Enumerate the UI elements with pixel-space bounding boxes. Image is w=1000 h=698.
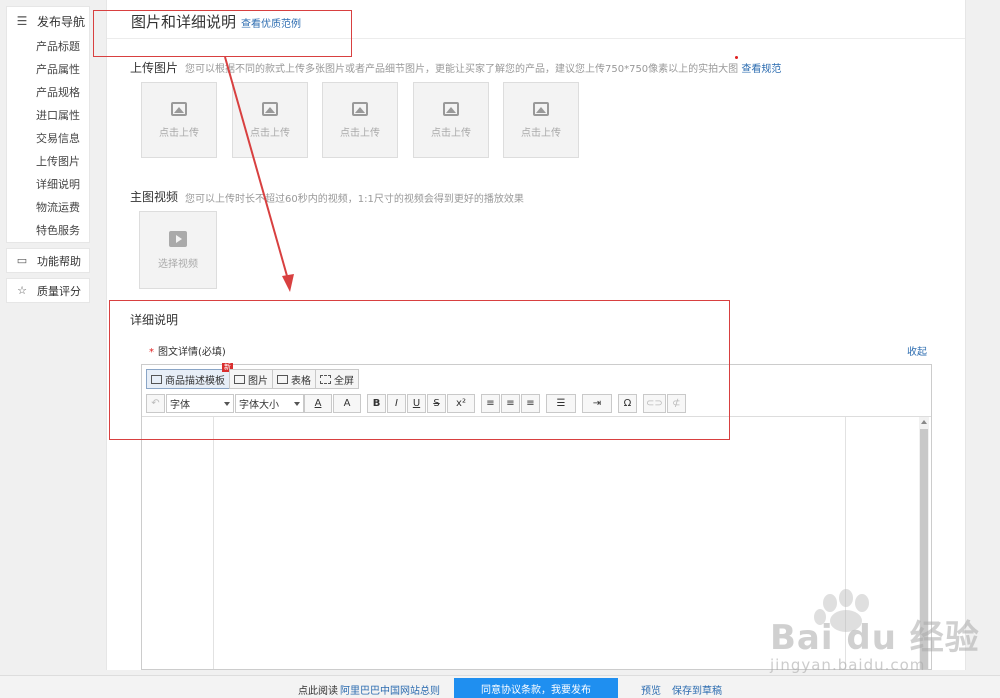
- watermark-text: Bai du 经验: [770, 618, 980, 658]
- agree-publish-button[interactable]: 同意协议条款，我要发布: [454, 678, 618, 698]
- read-prompt: 点此阅读: [298, 686, 338, 697]
- bottom-action-bar: 点此阅读 阿里巴巴中国网站总则 同意协议条款，我要发布 预览 保存到草稿: [0, 675, 1000, 698]
- preview-link[interactable]: 预览: [641, 682, 661, 697]
- site-rules-link[interactable]: 阿里巴巴中国网站总则: [340, 682, 440, 697]
- watermark-url: jingyan.baidu.com: [770, 656, 926, 674]
- save-draft-link[interactable]: 保存到草稿: [672, 682, 722, 697]
- annotation-arrow-head: [282, 274, 294, 292]
- annotation-arrow-line: [224, 56, 290, 284]
